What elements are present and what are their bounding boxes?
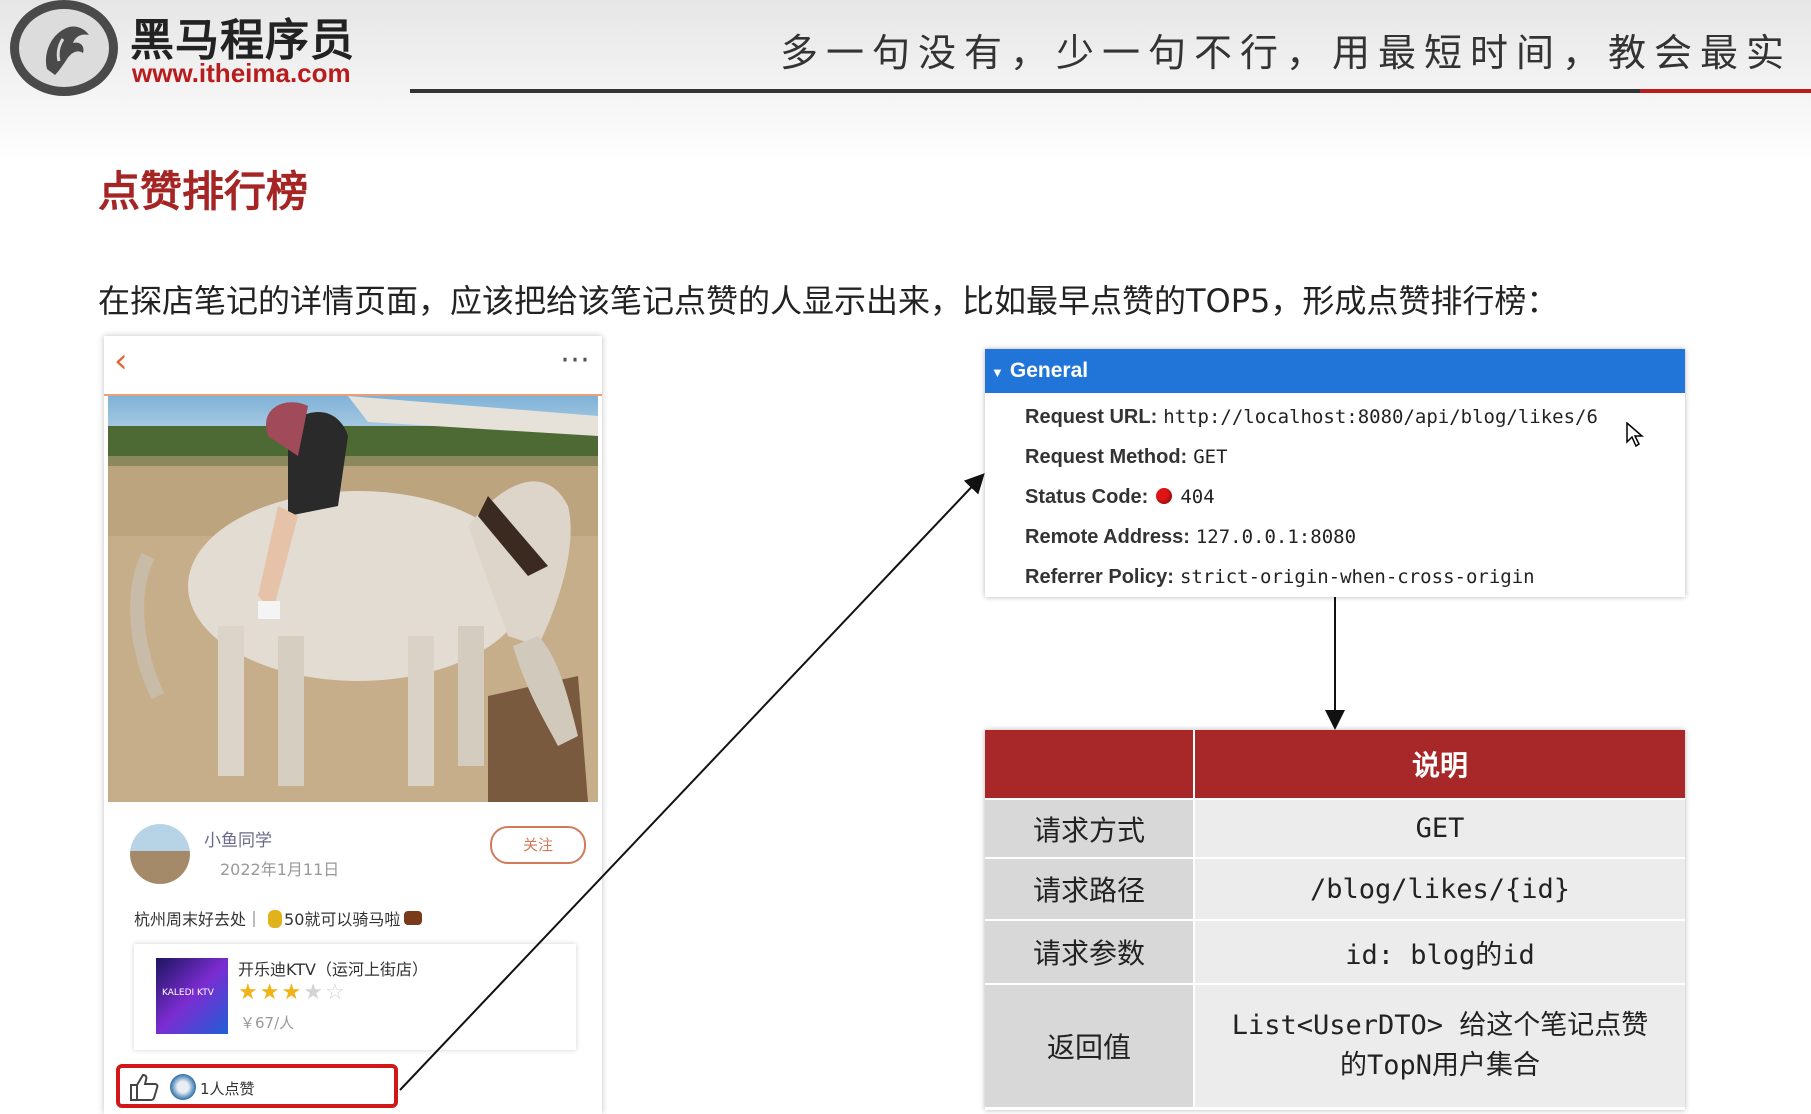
table-row-value: /blog/likes/{id} <box>1195 859 1685 919</box>
table-row-label: 请求参数 <box>985 921 1193 983</box>
mouse-cursor-icon <box>1626 422 1645 448</box>
general-value: strict-origin-when-cross-origin <box>1179 566 1535 588</box>
table-header-blank <box>985 730 1193 798</box>
general-key: Remote Address: <box>1025 526 1190 548</box>
triangle-down-icon: ▼ <box>991 365 1004 380</box>
general-value: 127.0.0.1:8080 <box>1195 526 1357 548</box>
general-key: Referrer Policy: <box>1025 566 1174 588</box>
general-value: GET <box>1193 446 1228 468</box>
general-header-label: General <box>1009 359 1089 382</box>
table-row-value: List<UserDTO> 给这个笔记点赞的TopN用户集合 <box>1195 985 1685 1107</box>
table-header-description: 说明 <box>1195 730 1685 798</box>
table-row-value: id: blog的id <box>1195 921 1685 983</box>
table-row-label: 请求方式 <box>985 800 1193 857</box>
referrer-policy-row: Referrer Policy: strict-origin-when-cross… <box>1025 564 1535 589</box>
table-row-label: 请求路径 <box>985 859 1193 919</box>
general-key: Request Method: <box>1025 446 1188 468</box>
request-url-row: Request URL: http://localhost:8080/api/bl… <box>1025 404 1598 429</box>
table-row-value: GET <box>1195 800 1685 857</box>
general-key: Status Code: <box>1025 486 1149 508</box>
api-spec-table: 说明 请求方式 GET 请求路径 /blog/likes/{id} 请求参数 i… <box>985 730 1685 1110</box>
devtools-general-panel: ▼ General Request URL: http://localhost:80… <box>985 349 1685 597</box>
status-code-row: Status Code: 404 <box>1025 484 1215 509</box>
general-section-header[interactable]: ▼ General <box>985 349 1685 393</box>
table-row-label: 返回值 <box>985 985 1193 1107</box>
remote-address-row: Remote Address: 127.0.0.1:8080 <box>1025 524 1356 549</box>
general-value: 404 <box>1180 486 1215 508</box>
general-value[interactable]: http://localhost:8080/api/blog/likes/6 <box>1163 406 1598 428</box>
general-key: Request URL: <box>1025 406 1158 428</box>
request-method-row: Request Method: GET <box>1025 444 1228 469</box>
arrow-to-request <box>399 473 985 1091</box>
status-error-dot-icon <box>1156 488 1173 504</box>
